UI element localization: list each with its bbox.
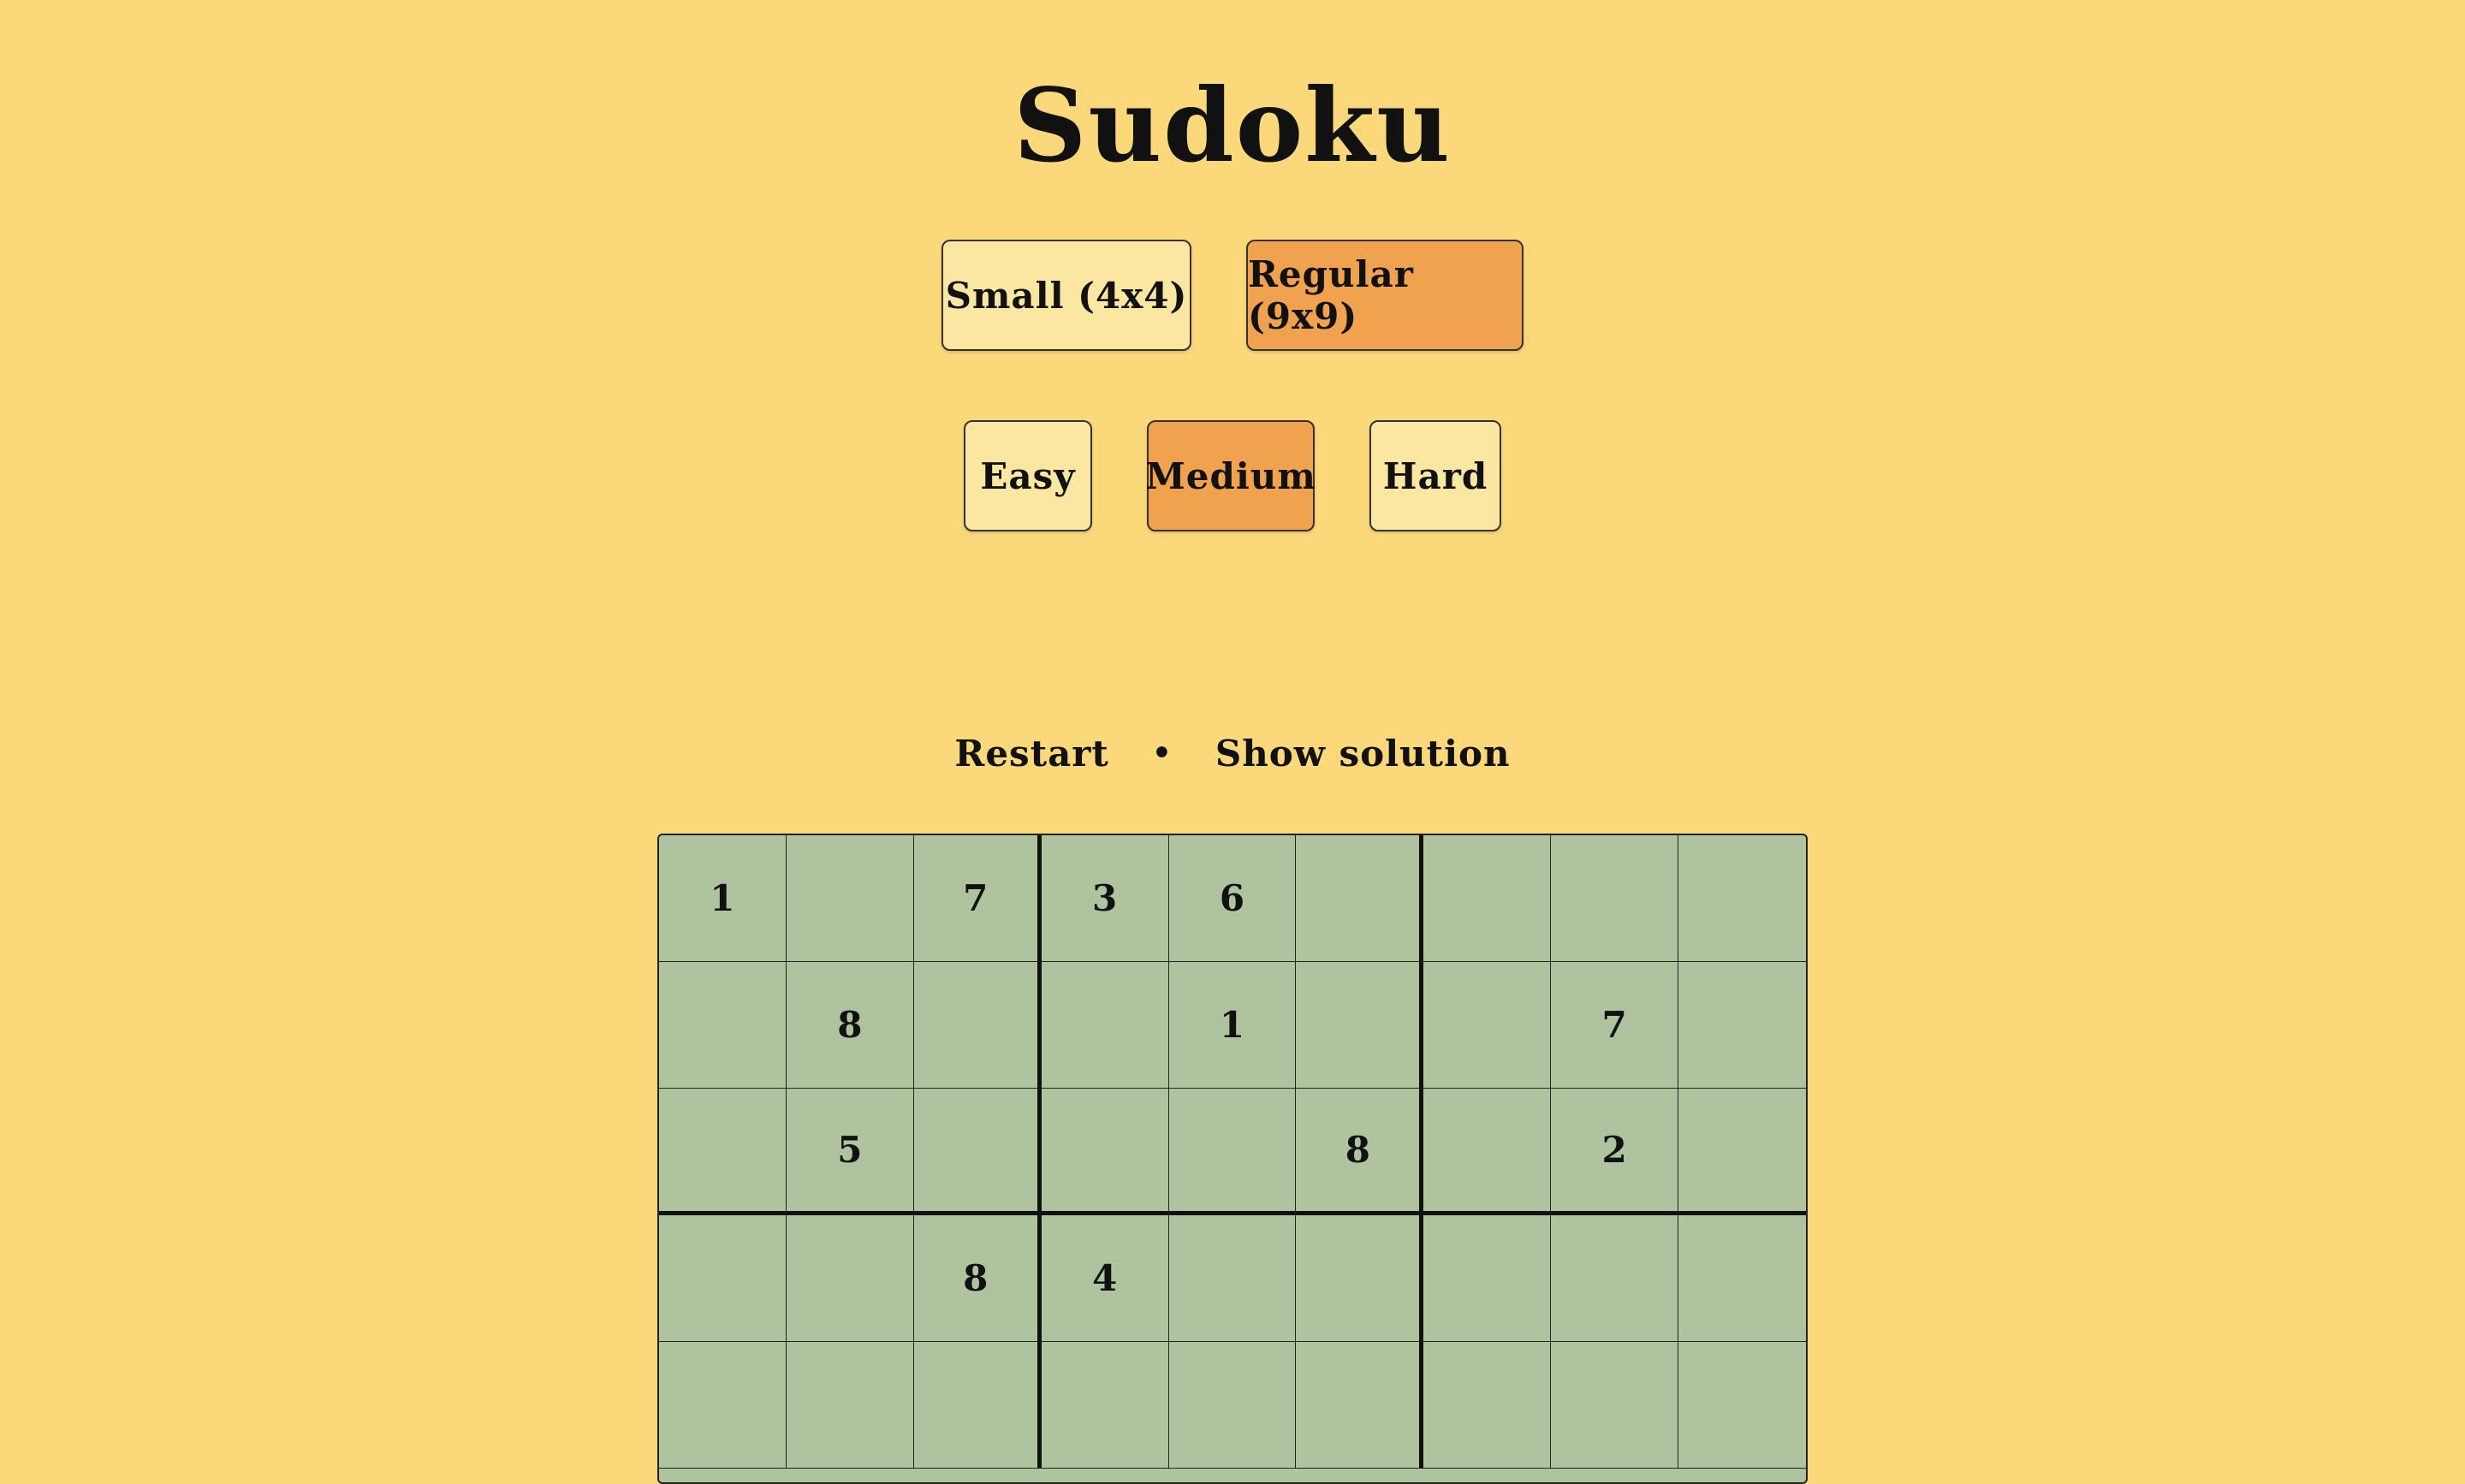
difficulty-easy-button[interactable]: Easy [964, 420, 1092, 531]
grid-cell[interactable] [1423, 1342, 1552, 1469]
grid-cell[interactable] [1423, 1089, 1552, 1215]
grid-cell[interactable] [1678, 962, 1806, 1089]
grid-cell[interactable] [1551, 1215, 1679, 1342]
page-title: Sudoku [1013, 66, 1452, 185]
grid-cell[interactable] [913, 1089, 1042, 1215]
sudoku-page: Sudoku Small (4x4) Regular (9x9) Easy Me… [0, 0, 2465, 1484]
grid-cell[interactable]: 6 [1168, 835, 1297, 962]
grid-cell[interactable] [786, 1215, 914, 1342]
grid-cell[interactable] [786, 1342, 914, 1469]
grid-cell[interactable]: 1 [659, 835, 787, 962]
grid-cell[interactable] [1423, 962, 1552, 1089]
show-solution-link[interactable]: Show solution [1215, 733, 1511, 775]
grid-cell[interactable] [1678, 1342, 1806, 1469]
grid-cell[interactable]: 8 [1296, 1089, 1424, 1215]
grid-cell[interactable] [1168, 1215, 1297, 1342]
grid-cell[interactable]: 8 [913, 1215, 1042, 1342]
grid-cell[interactable]: 2 [1551, 1089, 1679, 1215]
grid-cell[interactable] [1041, 962, 1169, 1089]
grid-cell[interactable] [913, 1342, 1042, 1469]
grid-cell[interactable]: 5 [786, 1089, 914, 1215]
grid-cell[interactable] [1296, 1215, 1424, 1342]
grid-cell[interactable]: 7 [1551, 962, 1679, 1089]
grid-cell[interactable]: 4 [1041, 1215, 1169, 1342]
grid-cell[interactable]: 8 [786, 962, 914, 1089]
sudoku-grid: 173681758284 [657, 834, 1808, 1484]
grid-cell[interactable] [1551, 1342, 1679, 1469]
game-actions: Restart • Show solution [0, 726, 2465, 781]
grid-cell[interactable] [659, 1342, 787, 1469]
grid-cell[interactable] [1678, 1215, 1806, 1342]
separator-dot: • [1151, 735, 1173, 771]
grid-cell[interactable] [659, 1089, 787, 1215]
grid-cell[interactable] [1296, 962, 1424, 1089]
grid-cell[interactable] [1678, 835, 1806, 962]
restart-link[interactable]: Restart [954, 733, 1108, 775]
grid-cell[interactable] [1423, 1215, 1552, 1342]
grid-cell[interactable] [1041, 1089, 1169, 1215]
grid-cell[interactable] [1551, 835, 1679, 962]
grid-cell[interactable] [1296, 835, 1424, 962]
grid-cell[interactable] [1168, 1342, 1297, 1469]
grid-cell[interactable] [1423, 835, 1552, 962]
grid-cell[interactable] [913, 962, 1042, 1089]
grid-cell[interactable] [659, 1215, 787, 1342]
grid-cell[interactable] [1296, 1342, 1424, 1469]
grid-cell[interactable] [1041, 1342, 1169, 1469]
difficulty-selector: Easy Medium Hard [0, 420, 2465, 531]
grid-cell[interactable]: 3 [1041, 835, 1169, 962]
grid-cell[interactable] [1168, 1089, 1297, 1215]
difficulty-medium-button[interactable]: Medium [1145, 420, 1316, 531]
difficulty-hard-button[interactable]: Hard [1369, 420, 1501, 531]
grid-cell[interactable]: 7 [913, 835, 1042, 962]
size-small-button[interactable]: Small (4x4) [941, 240, 1191, 351]
grid-cell[interactable] [1678, 1089, 1806, 1215]
size-selector: Small (4x4) Regular (9x9) [0, 240, 2465, 351]
grid-cell[interactable]: 1 [1168, 962, 1297, 1089]
size-regular-button[interactable]: Regular (9x9) [1246, 240, 1524, 351]
grid-cell[interactable] [659, 962, 787, 1089]
grid-cell[interactable] [786, 835, 914, 962]
